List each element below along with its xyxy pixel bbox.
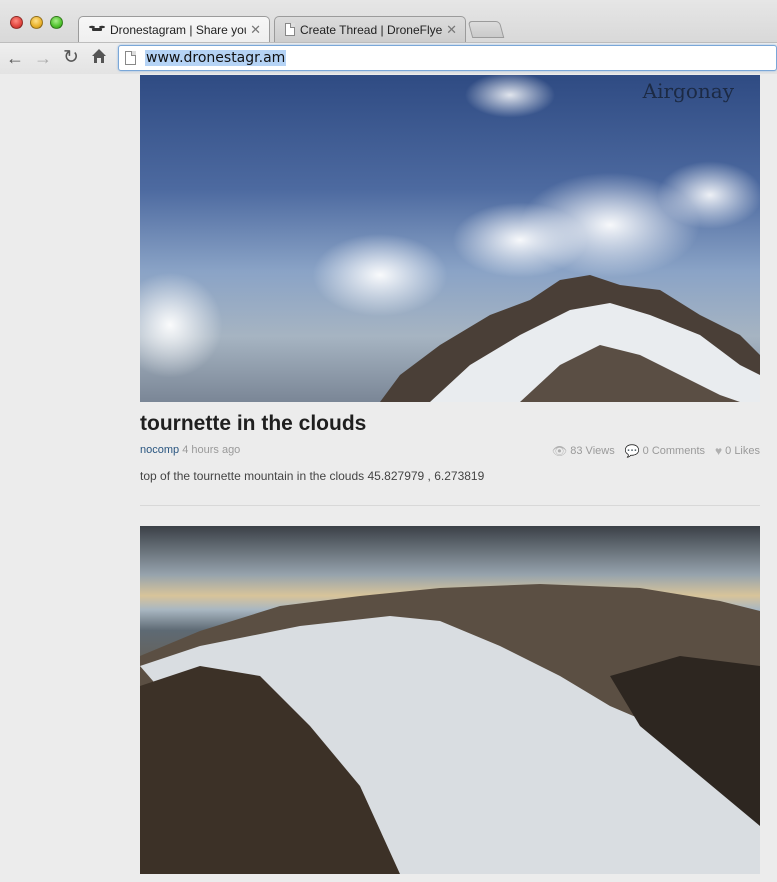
views-count: 83 Views — [570, 445, 615, 457]
browser-chrome: Dronestagram | Share your ✕ Create Threa… — [0, 0, 777, 74]
post-description: top of the tournette mountain in the clo… — [140, 469, 485, 483]
post-stats: 👁 83 Views 💬 0 Comments ♥ 0 Likes — [549, 444, 760, 458]
home-icon[interactable] — [89, 48, 109, 68]
zoom-window-button[interactable] — [50, 16, 63, 29]
address-bar[interactable]: www.dronestagr.am — [118, 45, 777, 71]
comments-count: 0 Comments — [642, 445, 706, 457]
comments-stat[interactable]: 💬 0 Comments — [625, 444, 705, 458]
likes-count: 0 Likes — [725, 445, 760, 457]
reload-icon[interactable]: ↻ — [61, 48, 81, 68]
tab-create-thread[interactable]: Create Thread | DroneFlyer ✕ — [274, 16, 466, 42]
views-stat: 👁 83 Views — [552, 444, 615, 458]
post-divider — [140, 505, 760, 506]
close-tab-icon[interactable]: ✕ — [446, 22, 457, 38]
likes-stat[interactable]: ♥ 0 Likes — [715, 444, 760, 458]
drone-icon — [89, 23, 105, 37]
tab-label: Dronestagram | Share your — [110, 22, 247, 37]
heart-icon: ♥ — [715, 444, 723, 458]
forward-icon[interactable]: → — [33, 48, 53, 68]
close-window-button[interactable] — [10, 16, 23, 29]
window-controls — [10, 16, 63, 29]
post-title[interactable]: tournette in the clouds — [140, 412, 366, 436]
eye-icon: 👁 — [552, 444, 568, 458]
page-content: Airgonay tournette in the clouds nocomp … — [0, 75, 777, 882]
post-photo-clouds[interactable]: Airgonay — [140, 75, 760, 402]
post-photo-mountain[interactable] — [140, 526, 760, 874]
tab-dronestagram[interactable]: Dronestagram | Share your ✕ — [78, 16, 270, 42]
close-tab-icon[interactable]: ✕ — [250, 22, 261, 38]
url-text[interactable]: www.dronestagr.am — [145, 50, 287, 66]
tab-label: Create Thread | DroneFlyer — [300, 22, 443, 37]
back-icon[interactable]: ← — [5, 48, 25, 68]
watermark-logo: Airgonay — [642, 79, 734, 103]
post-time: 4 hours ago — [182, 444, 241, 456]
author-link[interactable]: nocomp — [140, 444, 179, 456]
comment-icon: 💬 — [624, 444, 640, 458]
post-meta: nocomp 4 hours ago — [140, 444, 240, 456]
page-icon — [125, 51, 136, 65]
page-icon — [285, 23, 295, 36]
new-tab-button[interactable] — [467, 21, 505, 38]
minimize-window-button[interactable] — [30, 16, 43, 29]
